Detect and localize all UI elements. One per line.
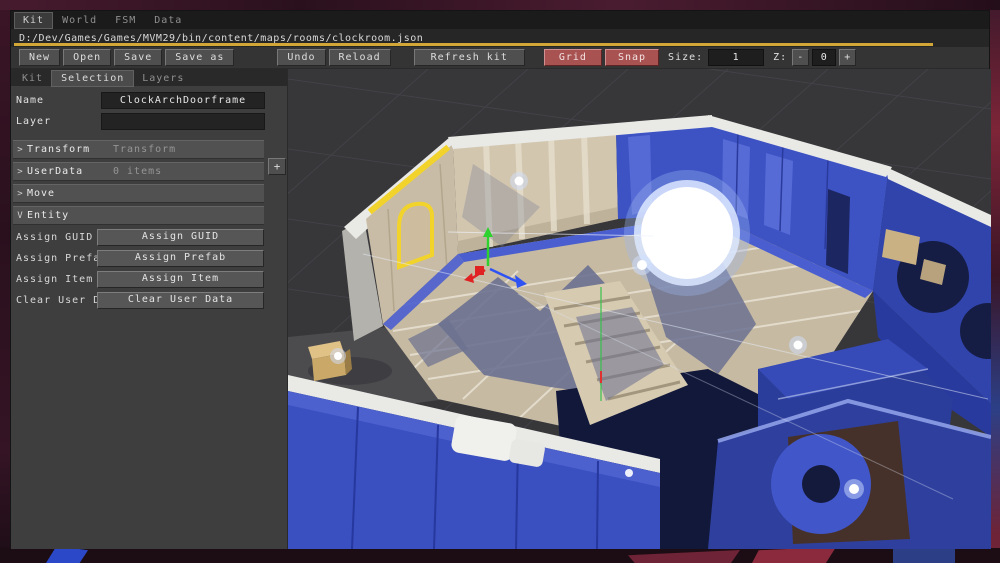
new-button[interactable]: New xyxy=(19,49,61,66)
chevron-right-icon: > xyxy=(17,188,23,199)
viewport-3d[interactable] xyxy=(288,69,991,549)
screen: { "menu_bar": { "items": [ {"label": "Ki… xyxy=(0,0,1000,563)
name-input[interactable] xyxy=(101,92,265,109)
section-transform[interactable]: > Transform Transform xyxy=(13,140,264,159)
path-bar: D:/Dev/Games/Games/MVM29/bin/content/map… xyxy=(11,29,989,47)
left-panel: Kit Selection Layers Name Layer > Transf… xyxy=(11,69,288,549)
size-label: Size: xyxy=(668,52,704,63)
desktop-edge-right xyxy=(990,10,1000,563)
tab-selection[interactable]: Selection xyxy=(51,70,135,87)
desktop-edge-top xyxy=(0,0,1000,10)
selection-fields: Name Layer xyxy=(11,86,287,140)
section-move[interactable]: > Move xyxy=(13,184,264,203)
layer-input[interactable] xyxy=(101,113,265,130)
z-plus-button[interactable]: + xyxy=(839,49,857,66)
size-value[interactable]: 1 xyxy=(708,49,765,66)
desktop-edge-left xyxy=(0,10,10,563)
tab-kit[interactable]: Kit xyxy=(13,71,52,86)
z-minus-button[interactable]: - xyxy=(792,49,810,66)
menu-fsm[interactable]: FSM xyxy=(107,13,144,28)
editor-window: Kit World FSM Data D:/Dev/Games/Games/MV… xyxy=(10,10,991,549)
userdata-add-button[interactable]: + xyxy=(268,158,286,175)
entity-row: Assign Prefab Assign Prefab xyxy=(11,249,287,267)
snap-toggle[interactable]: Snap xyxy=(604,49,660,66)
z-label: Z: xyxy=(773,52,788,63)
toolbar: New Open Save Save as Undo Reload Refres… xyxy=(11,47,989,69)
assign-prefab-button[interactable]: Assign Prefab xyxy=(97,249,264,267)
assign-item-button[interactable]: Assign Item xyxy=(97,270,264,288)
chevron-right-icon: > xyxy=(17,166,23,177)
save-as-button[interactable]: Save as xyxy=(165,49,235,66)
chevron-right-icon: > xyxy=(17,144,23,155)
entity-row: Assign Item Assign Item xyxy=(11,270,287,288)
undo-button[interactable]: Undo xyxy=(277,49,326,66)
tab-layers[interactable]: Layers xyxy=(133,71,193,86)
chevron-down-icon: V xyxy=(17,210,23,221)
entity-row: Assign GUID Assign GUID xyxy=(11,228,287,246)
refresh-kit-button[interactable]: Refresh kit xyxy=(413,49,525,66)
menu-bar: Kit World FSM Data xyxy=(11,11,989,29)
name-label: Name xyxy=(16,95,45,106)
progress-bar xyxy=(14,43,934,46)
reload-button[interactable]: Reload xyxy=(328,49,391,66)
right-wall-doorway xyxy=(826,189,850,274)
layer-label: Layer xyxy=(16,116,52,127)
panel-tab-bar: Kit Selection Layers xyxy=(11,69,287,87)
menu-data[interactable]: Data xyxy=(146,13,190,28)
desktop-shape-blue-right xyxy=(893,547,955,563)
clear-user-data-button[interactable]: Clear User Data xyxy=(97,291,264,309)
desktop-edge-bottom xyxy=(0,548,1000,563)
menu-kit[interactable]: Kit xyxy=(13,11,54,29)
open-button[interactable]: Open xyxy=(63,49,112,66)
section-userdata[interactable]: > UserData 0 items xyxy=(13,162,264,181)
file-path: D:/Dev/Games/Games/MVM29/bin/content/map… xyxy=(19,32,424,44)
clock-face[interactable] xyxy=(624,170,750,296)
menu-world[interactable]: World xyxy=(54,13,105,28)
assign-guid-button[interactable]: Assign GUID xyxy=(97,228,264,246)
section-entity[interactable]: V Entity xyxy=(13,206,264,225)
grid-toggle[interactable]: Grid xyxy=(543,49,602,66)
z-value[interactable]: 0 xyxy=(812,49,837,66)
entity-row: Clear User Da Clear User Data xyxy=(11,291,287,309)
save-button[interactable]: Save xyxy=(114,49,163,66)
